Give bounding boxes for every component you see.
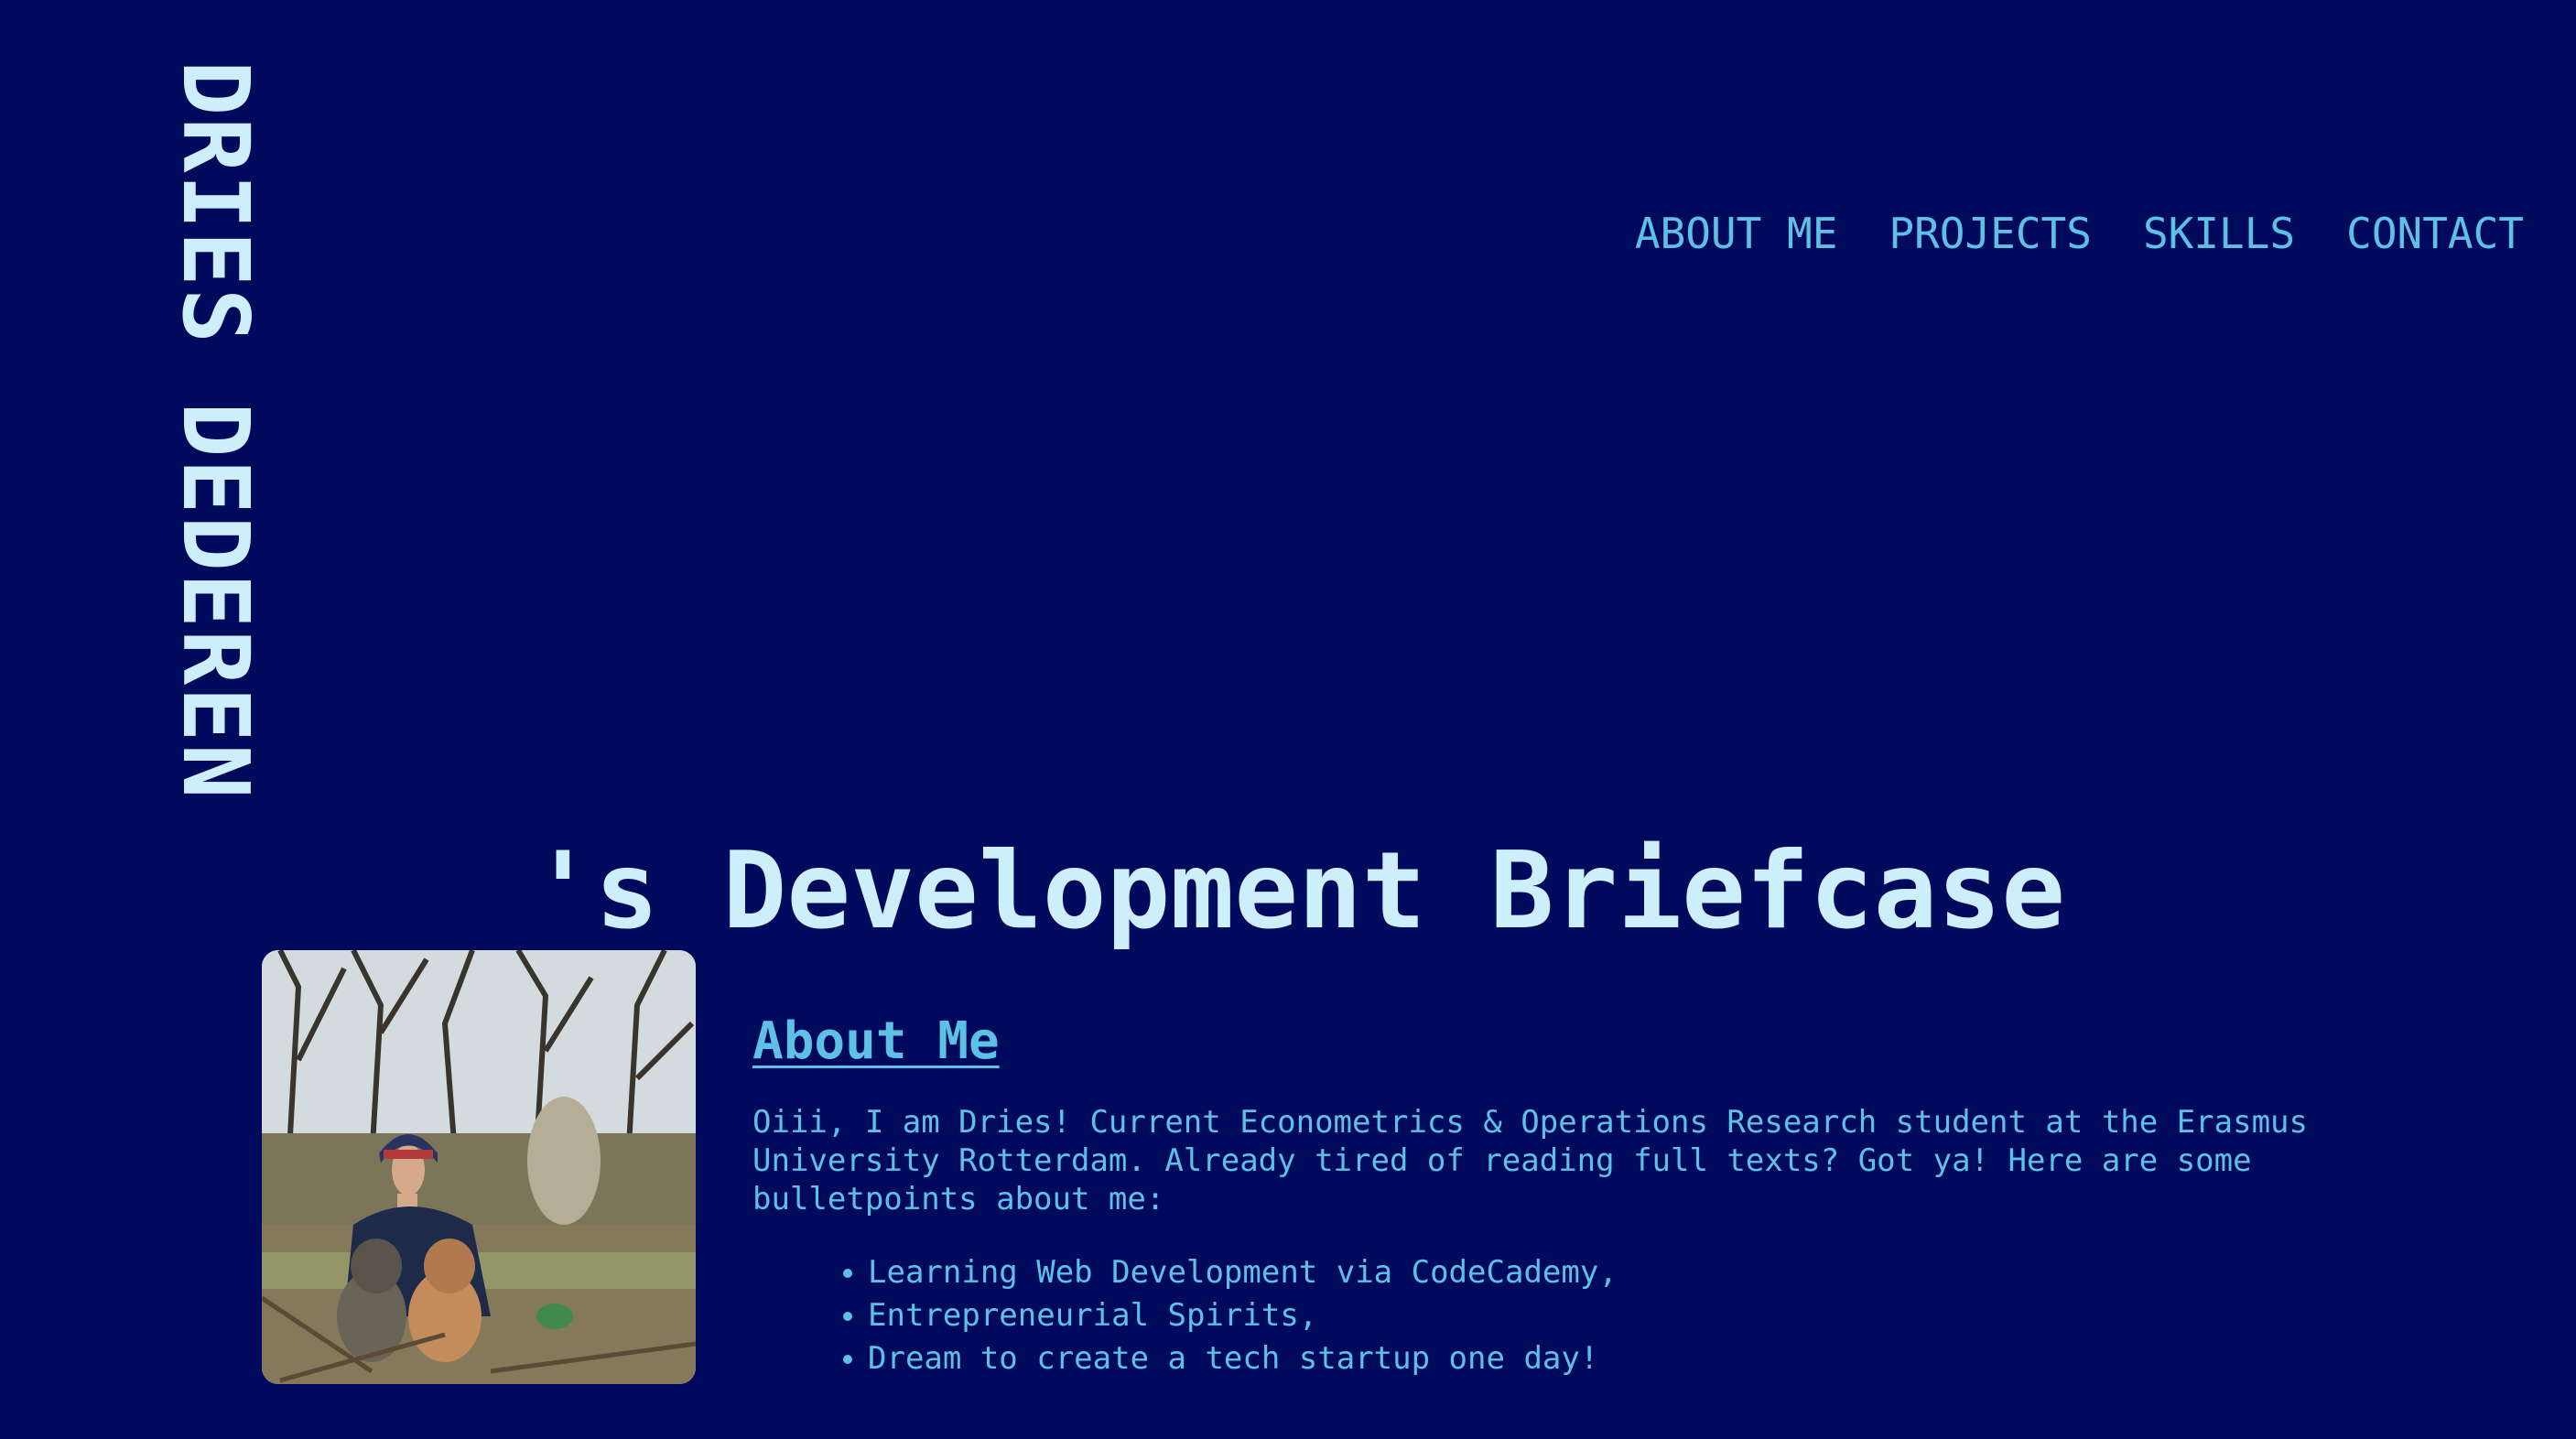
- list-item: Learning Web Development via CodeCademy,: [868, 1251, 2309, 1294]
- hero-headline: 's Development Briefcase: [531, 828, 2066, 953]
- portfolio-page: DRIES DEDEREN ABOUT ME PROJECTS SKILLS C…: [0, 0, 2576, 1439]
- list-item: Entrepreneurial Spirits,: [868, 1294, 2309, 1337]
- site-name-vertical: DRIES DEDEREN: [162, 60, 269, 801]
- profile-photo: [262, 950, 696, 1384]
- portrait-with-dogs-photo: [262, 950, 696, 1384]
- about-me-intro: Oiii, I am Dries! Current Econometrics &…: [752, 1104, 2308, 1218]
- nav-projects[interactable]: PROJECTS: [1889, 209, 2092, 258]
- about-me-title: About Me: [752, 1012, 1000, 1071]
- nav-about-me[interactable]: ABOUT ME: [1635, 209, 1838, 258]
- list-item: Dream to create a tech startup one day!: [868, 1337, 2309, 1380]
- about-me-bullets: Learning Web Development via CodeCademy,…: [752, 1251, 2309, 1380]
- nav-skills[interactable]: SKILLS: [2143, 209, 2295, 258]
- main-nav: ABOUT ME PROJECTS SKILLS CONTACT: [1635, 209, 2524, 258]
- about-me-section: About Me Oiii, I am Dries! Current Econo…: [752, 1011, 2309, 1380]
- nav-contact[interactable]: CONTACT: [2346, 209, 2524, 258]
